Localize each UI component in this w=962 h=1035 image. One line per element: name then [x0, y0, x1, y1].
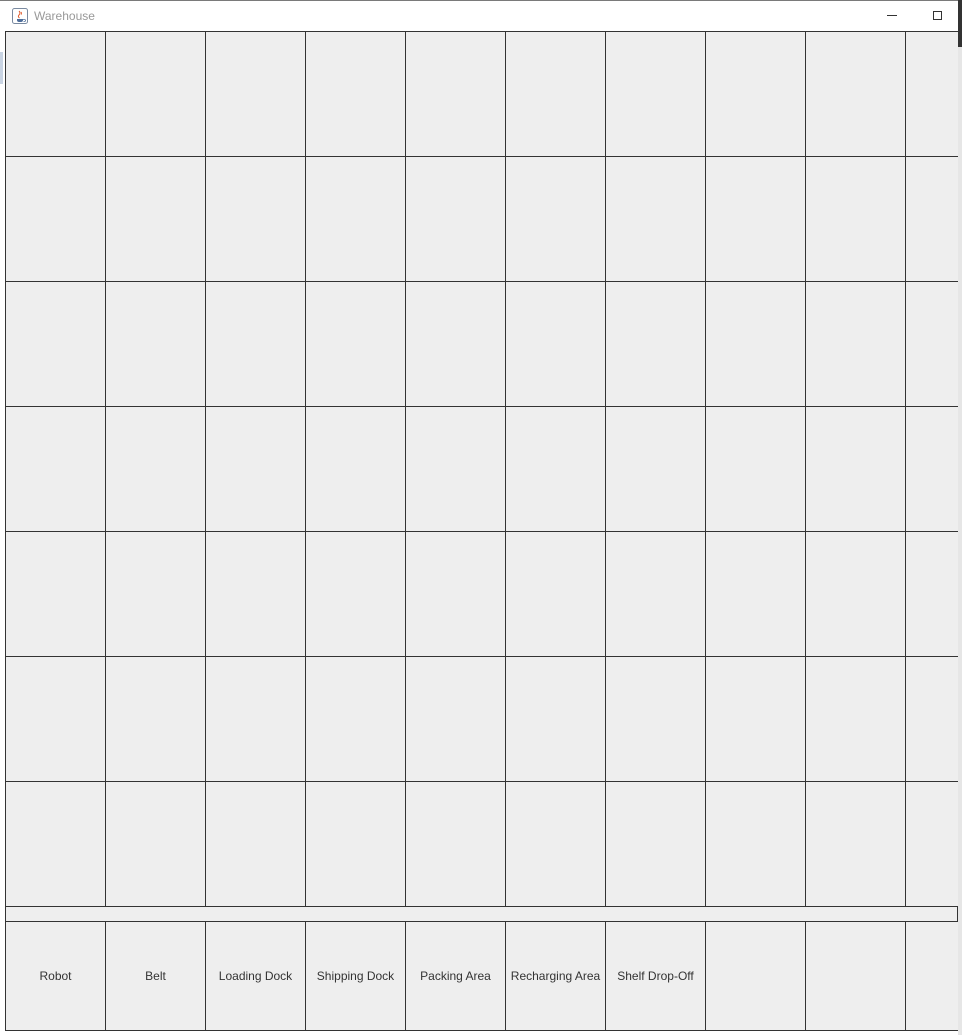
- grid-cell[interactable]: [105, 531, 206, 657]
- legend-row: Robot Belt Loading Dock Shipping Dock Packin…: [5, 921, 958, 1031]
- grid-cell[interactable]: [505, 156, 606, 282]
- legend-cell: [905, 921, 958, 1031]
- grid-cell[interactable]: [605, 31, 706, 157]
- grid-cell[interactable]: [5, 156, 106, 282]
- grid-row: [5, 781, 958, 907]
- grid-cell[interactable]: [5, 531, 106, 657]
- grid-cell[interactable]: [605, 281, 706, 407]
- grid-cell[interactable]: [905, 281, 958, 407]
- grid-cell[interactable]: [805, 781, 906, 907]
- legend-cell: Robot: [5, 921, 106, 1031]
- grid-cell[interactable]: [605, 156, 706, 282]
- grid-cell[interactable]: [605, 781, 706, 907]
- minimize-icon: [887, 15, 897, 16]
- grid-cell[interactable]: [205, 531, 306, 657]
- grid-cell[interactable]: [5, 406, 106, 532]
- warehouse-window: Warehouse Robot Belt Loading Dock Shipping …: [0, 0, 962, 1035]
- grid-cell[interactable]: [105, 656, 206, 782]
- grid-cell[interactable]: [905, 656, 958, 782]
- grid-row: [5, 156, 958, 282]
- grid-cell[interactable]: [405, 31, 506, 157]
- grid-cell[interactable]: [505, 531, 606, 657]
- grid-cell[interactable]: [605, 656, 706, 782]
- grid-cell[interactable]: [205, 31, 306, 157]
- legend-cell: Shelf Drop-Off: [605, 921, 706, 1031]
- legend-cell: [805, 921, 906, 1031]
- grid-cell[interactable]: [805, 31, 906, 157]
- grid-cell[interactable]: [405, 531, 506, 657]
- java-cup-icon: [12, 8, 28, 24]
- grid-cell[interactable]: [5, 31, 106, 157]
- grid-cell[interactable]: [205, 781, 306, 907]
- grid-cell[interactable]: [805, 406, 906, 532]
- grid-cell[interactable]: [905, 406, 958, 532]
- grid-cell[interactable]: [305, 31, 406, 157]
- warehouse-grid-panel: Robot Belt Loading Dock Shipping Dock Packin…: [5, 31, 958, 1031]
- grid-cell[interactable]: [505, 656, 606, 782]
- grid-row: [5, 281, 958, 407]
- grid-cell[interactable]: [105, 31, 206, 157]
- legend-cell: Belt: [105, 921, 206, 1031]
- grid-cell[interactable]: [305, 281, 406, 407]
- grid-cell[interactable]: [5, 281, 106, 407]
- grid-cell[interactable]: [905, 31, 958, 157]
- grid-cell[interactable]: [105, 156, 206, 282]
- grid-cell[interactable]: [305, 156, 406, 282]
- grid-row: [5, 31, 958, 157]
- legend-cell: Shipping Dock: [305, 921, 406, 1031]
- legend-cell: [705, 921, 806, 1031]
- grid-cell[interactable]: [805, 656, 906, 782]
- grid-cell[interactable]: [705, 531, 806, 657]
- grid-cell[interactable]: [505, 31, 606, 157]
- grid-cell[interactable]: [705, 656, 806, 782]
- maximize-icon: [932, 11, 942, 20]
- grid-cell[interactable]: [805, 531, 906, 657]
- grid-cell[interactable]: [605, 531, 706, 657]
- grid-cell[interactable]: [705, 281, 806, 407]
- legend-cell: Recharging Area: [505, 921, 606, 1031]
- grid-cell[interactable]: [705, 156, 806, 282]
- grid-cell[interactable]: [905, 531, 958, 657]
- grid-cell[interactable]: [505, 281, 606, 407]
- grid-cell[interactable]: [705, 781, 806, 907]
- grid-cell[interactable]: [905, 156, 958, 282]
- grid-cell[interactable]: [405, 656, 506, 782]
- grid-cell[interactable]: [5, 656, 106, 782]
- grid-cell[interactable]: [105, 781, 206, 907]
- grid-row: [5, 406, 958, 532]
- grid-row: [5, 531, 958, 657]
- legend-cell: Loading Dock: [205, 921, 306, 1031]
- grid-cell[interactable]: [605, 406, 706, 532]
- legend-cell: Packing Area: [405, 921, 506, 1031]
- grid-cell[interactable]: [905, 781, 958, 907]
- window-title: Warehouse: [34, 9, 95, 23]
- grid-cell[interactable]: [305, 406, 406, 532]
- grid-cell[interactable]: [105, 406, 206, 532]
- title-bar[interactable]: Warehouse: [0, 0, 962, 30]
- grid-cell[interactable]: [205, 156, 306, 282]
- minimize-button[interactable]: [869, 1, 915, 30]
- grid-cell[interactable]: [305, 531, 406, 657]
- grid-cell[interactable]: [505, 781, 606, 907]
- maximize-button[interactable]: [914, 1, 960, 30]
- grid-cell[interactable]: [405, 156, 506, 282]
- grid-cell[interactable]: [405, 781, 506, 907]
- grid-cell[interactable]: [705, 406, 806, 532]
- grid-cell[interactable]: [705, 31, 806, 157]
- grid-row: [5, 656, 958, 782]
- grid-cell[interactable]: [205, 281, 306, 407]
- grid-cell[interactable]: [5, 781, 106, 907]
- grid-cell[interactable]: [305, 781, 406, 907]
- grid-cell[interactable]: [105, 281, 206, 407]
- grid-cell[interactable]: [305, 656, 406, 782]
- grid-cell[interactable]: [405, 281, 506, 407]
- grid-cell[interactable]: [805, 156, 906, 282]
- grid-separator: [5, 906, 958, 922]
- background-window-edge-right: [958, 0, 962, 1035]
- grid-cell[interactable]: [205, 406, 306, 532]
- grid-cell[interactable]: [505, 406, 606, 532]
- grid-cell[interactable]: [405, 406, 506, 532]
- grid-cell[interactable]: [205, 656, 306, 782]
- grid-cell[interactable]: [805, 281, 906, 407]
